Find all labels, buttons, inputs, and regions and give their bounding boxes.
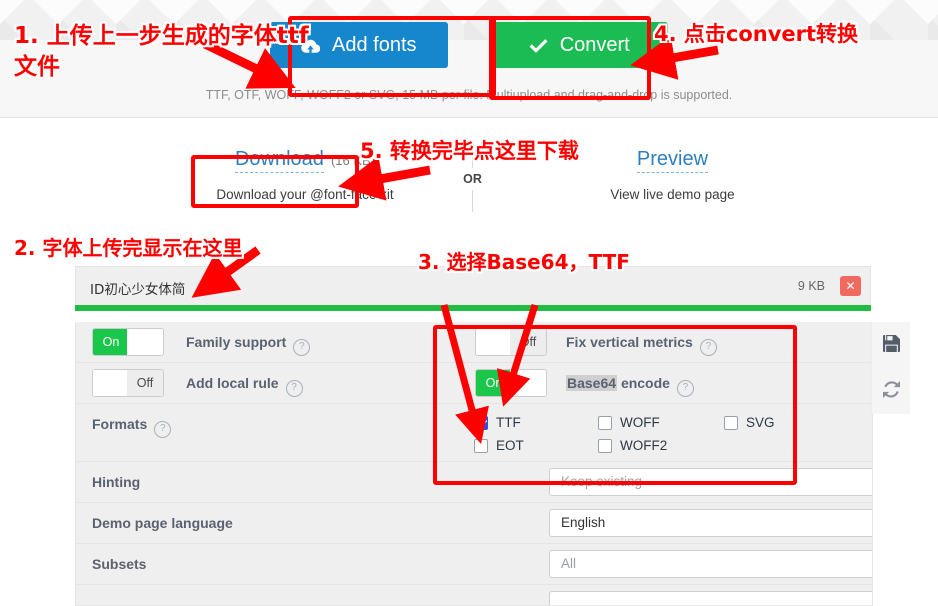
help-icon-base64-encode[interactable]: ? <box>676 380 694 397</box>
label-family-support-text: Family support <box>186 334 287 350</box>
remove-font-button[interactable]: ✕ <box>840 276 861 296</box>
uploaded-font-row: ID初心少女体简 9 KB ✕ <box>75 266 871 311</box>
checkbox-eot-box <box>474 438 488 453</box>
settings-row-partial <box>76 585 872 605</box>
checkbox-woff[interactable]: WOFF <box>598 414 660 432</box>
select-hinting-value: Keep existing <box>561 474 643 489</box>
checkbox-svg[interactable]: SVG <box>724 414 775 432</box>
toggle-family-support-knob <box>127 329 163 355</box>
results-section: Download (16 KB) Download your @font-face… <box>0 118 938 232</box>
settings-row-subsets: Subsets All <box>76 544 872 585</box>
checkbox-woff2-label: WOFF2 <box>620 438 668 454</box>
toggle-fix-vertical-metrics[interactable]: Off <box>475 328 547 356</box>
refresh-icon[interactable] <box>872 368 910 414</box>
font-settings-panel: On Family support? Off Fix vertical metr… <box>75 322 873 606</box>
checkbox-eot-label: EOT <box>496 438 524 454</box>
or-label: OR <box>463 172 482 186</box>
font-size-label: 9 KB <box>797 279 825 293</box>
download-size: (16 KB) <box>330 153 376 168</box>
select-demo-page-language-value: English <box>561 515 606 530</box>
add-fonts-label: Add fonts <box>332 34 417 56</box>
download-block: Download (16 KB) Download your @font-face… <box>150 148 460 202</box>
select-subsets-value: All <box>561 556 577 571</box>
cloud-upload-icon <box>301 36 325 56</box>
toggle-add-local-rule-state: Off <box>127 370 163 396</box>
label-base64-encode-text-b: encode <box>620 375 670 391</box>
select-partial[interactable] <box>549 591 872 605</box>
label-demo-page-language: Demo page language <box>92 515 233 531</box>
checkbox-woff2-box <box>598 438 612 453</box>
label-add-local-rule: Add local rule? <box>186 375 303 397</box>
label-subsets: Subsets <box>92 556 147 572</box>
label-fix-vertical-metrics-text: Fix vertical metrics <box>566 334 693 350</box>
annotation-step2: 2. 字体上传完显示在这里 <box>14 236 243 260</box>
action-button-row: Add fonts Convert <box>0 22 938 68</box>
toggle-fix-vertical-metrics-knob <box>476 329 512 355</box>
or-separator: OR <box>455 146 490 212</box>
settings-row-hinting: Hinting Keep existing <box>76 462 872 503</box>
preview-block: Preview View live demo page <box>545 148 800 202</box>
settings-row-1: On Family support? Off Fix vertical metr… <box>76 322 872 363</box>
checkbox-svg-label: SVG <box>746 415 775 431</box>
checkbox-ttf[interactable]: TTF <box>474 414 521 432</box>
help-icon-family-support[interactable]: ? <box>293 339 311 356</box>
settings-row-formats: Formats? TTF WOFF SVG EOT WOFF2 <box>76 404 872 462</box>
label-family-support: Family support? <box>186 334 311 356</box>
toggle-add-local-rule[interactable]: Off <box>92 369 164 397</box>
preview-subtext: View live demo page <box>610 187 735 202</box>
checkbox-svg-box <box>724 415 738 430</box>
font-row-header: ID初心少女体简 9 KB ✕ <box>75 266 871 305</box>
select-subsets[interactable]: All <box>549 550 872 578</box>
help-icon-formats[interactable]: ? <box>154 421 172 438</box>
convert-label: Convert <box>559 34 630 56</box>
checkbox-ttf-box <box>474 415 488 430</box>
toggle-family-support-state: On <box>93 329 129 355</box>
toggle-base64-encode[interactable]: On <box>475 369 547 397</box>
label-fix-vertical-metrics: Fix vertical metrics? <box>566 334 717 356</box>
label-formats: Formats? <box>92 416 172 438</box>
upload-header: Add fonts Convert TTF, OTF, WOFF, WOFF2 … <box>0 0 938 118</box>
download-link[interactable]: Download <box>234 148 324 173</box>
font-name-label: ID初心少女体简 <box>90 282 186 298</box>
toggle-add-local-rule-knob <box>93 370 129 396</box>
toggle-fix-vertical-metrics-state: Off <box>510 329 546 355</box>
separator-line-bottom <box>472 190 473 212</box>
label-base64-encode: Base64 encode? <box>566 375 694 397</box>
label-add-local-rule-text: Add local rule <box>186 375 279 391</box>
download-subtext: Download your @font-face kit <box>216 187 394 202</box>
add-fonts-button[interactable]: Add fonts <box>269 22 448 68</box>
toggle-family-support[interactable]: On <box>92 328 164 356</box>
upload-hint-text: TTF, OTF, WOFF, WOFF2 or SVG, 15 MB per … <box>205 88 733 102</box>
toggle-base64-encode-knob <box>510 370 546 396</box>
help-icon-fix-vertical-metrics[interactable]: ? <box>699 339 717 356</box>
label-base64-encode-text-a: Base64 <box>566 375 618 391</box>
preview-link[interactable]: Preview <box>636 148 709 173</box>
checkbox-ttf-label: TTF <box>496 415 521 431</box>
settings-icon-rail <box>871 322 910 414</box>
label-formats-text: Formats <box>92 416 148 432</box>
check-icon <box>529 36 553 56</box>
save-icon[interactable] <box>872 322 910 368</box>
checkbox-eot[interactable]: EOT <box>474 437 524 455</box>
checkbox-woff2[interactable]: WOFF2 <box>598 437 667 455</box>
select-hinting[interactable]: Keep existing <box>549 468 872 496</box>
checkbox-woff-label: WOFF <box>620 415 660 431</box>
checkbox-woff-box <box>598 415 612 430</box>
select-demo-page-language[interactable]: English <box>549 509 872 537</box>
convert-button[interactable]: Convert <box>490 22 669 68</box>
toggle-base64-encode-state: On <box>476 370 512 396</box>
help-icon-add-local-rule[interactable]: ? <box>285 380 303 397</box>
label-hinting: Hinting <box>92 474 141 490</box>
separator-line-top <box>472 146 473 168</box>
settings-row-demo-language: Demo page language English <box>76 503 872 544</box>
settings-row-2: Off Add local rule? On Base64 encode? <box>76 363 872 404</box>
upload-progress-bar <box>75 305 871 311</box>
